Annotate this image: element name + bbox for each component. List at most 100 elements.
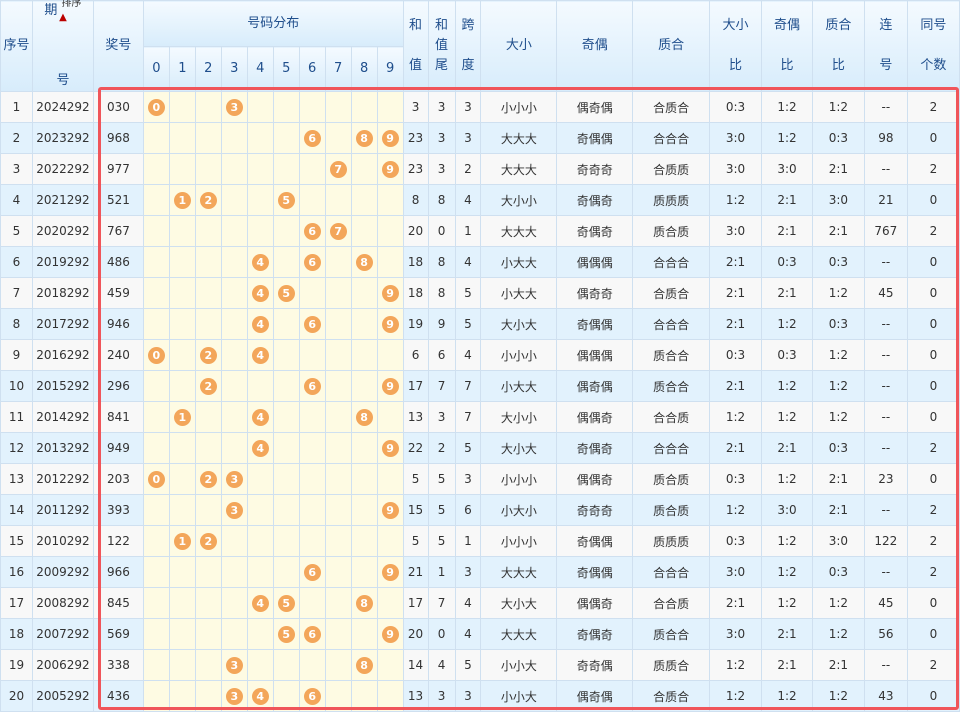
- cell-odd-even-ratio: 1:2: [761, 587, 813, 619]
- cell-prime-composite-ratio: 3:0: [811, 184, 865, 216]
- digit-ball: 6: [303, 563, 321, 581]
- dist-cell-9: [376, 246, 404, 278]
- header-digit-3: 3: [220, 46, 248, 92]
- cell-same-count: 0: [906, 277, 960, 309]
- cell-same-count: 2: [906, 556, 960, 588]
- dist-cell-0: [142, 370, 170, 402]
- dist-cell-0: 0: [142, 463, 170, 495]
- dist-cell-7: [324, 680, 352, 712]
- dist-cell-4: [246, 494, 274, 526]
- dist-cell-2: [194, 215, 222, 247]
- table-row: 18 2007292 569 5 6 9 20 0 4 大大大 奇偶奇 质合合 3:0 2:1 1:2 56 0: [0, 618, 960, 650]
- table-row: 19 2006292 338 3 8 14 4 5 小小大 奇奇偶 质质合 1:2 2:1 2:1 -- 2: [0, 649, 960, 681]
- cell-sum-tail: 3: [427, 153, 456, 185]
- cell-prime-composite-ratio: 1:2: [811, 339, 865, 371]
- cell-prime-composite: 质合质: [632, 463, 711, 495]
- dist-cell-3: [220, 308, 248, 340]
- cell-prime-composite-ratio: 1:2: [811, 370, 865, 402]
- dist-cell-6: 6: [298, 370, 326, 402]
- cell-prime-composite-ratio: 1:2: [811, 277, 865, 309]
- dist-cell-6: [298, 339, 326, 371]
- digit-ball: 2: [199, 532, 217, 550]
- dist-cell-2: 2: [194, 339, 222, 371]
- dist-cell-6: [298, 184, 326, 216]
- digit-ball: 3: [225, 687, 243, 705]
- cell-seq: 17: [0, 587, 33, 619]
- dist-cell-0: [142, 308, 170, 340]
- digit-ball: 0: [147, 470, 165, 488]
- dist-cell-4: [246, 370, 274, 402]
- cell-big-small-ratio: 0:3: [709, 525, 762, 557]
- header-prime-composite-ratio: 质合比: [811, 0, 865, 92]
- cell-seq: 16: [0, 556, 33, 588]
- dist-cell-0: 0: [142, 91, 170, 123]
- cell-sum-tail: 5: [427, 494, 456, 526]
- cell-prime-composite-ratio: 2:1: [811, 494, 865, 526]
- dist-cell-4: [246, 122, 274, 154]
- cell-prime-composite: 合合质: [632, 401, 711, 433]
- cell-prime-composite: 合合合: [632, 246, 711, 278]
- header-digit-9: 9: [376, 46, 404, 92]
- dist-cell-9: [376, 463, 404, 495]
- dist-cell-4: [246, 463, 274, 495]
- dist-cell-5: [272, 463, 300, 495]
- cell-big-small-ratio: 0:3: [709, 463, 762, 495]
- dist-cell-0: [142, 556, 170, 588]
- cell-span: 4: [454, 184, 482, 216]
- cell-odd-even-ratio: 1:2: [761, 525, 813, 557]
- cell-big-small-ratio: 1:2: [709, 649, 762, 681]
- digit-ball: 8: [355, 129, 373, 147]
- header-digit-7: 7: [324, 46, 352, 92]
- dist-cell-5: [272, 556, 300, 588]
- digit-ball: 5: [277, 625, 295, 643]
- cell-sum: 18: [402, 277, 429, 309]
- cell-sum-tail: 7: [427, 587, 456, 619]
- dist-cell-0: [142, 432, 170, 464]
- dist-cell-3: [220, 339, 248, 371]
- cell-span: 5: [454, 277, 482, 309]
- dist-cell-4: 4: [246, 587, 274, 619]
- cell-same-count: 2: [906, 649, 960, 681]
- dist-cell-8: [350, 91, 378, 123]
- sort-button[interactable]: 排序 ▲: [33, 0, 93, 23]
- dist-cell-4: 4: [246, 277, 274, 309]
- dist-cell-9: [376, 401, 404, 433]
- cell-span: 2: [454, 153, 482, 185]
- cell-prize: 949: [92, 432, 144, 464]
- dist-cell-7: [324, 339, 352, 371]
- digit-ball: 9: [381, 129, 399, 147]
- header-big-small: 大小: [480, 0, 558, 92]
- cell-seq: 3: [0, 153, 33, 185]
- digit-ball: 4: [251, 253, 269, 271]
- cell-same-count: 0: [906, 184, 960, 216]
- dist-cell-7: [324, 370, 352, 402]
- cell-consecutive: 122: [863, 525, 908, 557]
- dist-cell-4: [246, 215, 274, 247]
- dist-cell-4: [246, 618, 274, 650]
- dist-cell-2: [194, 587, 222, 619]
- cell-big-small-ratio: 2:1: [709, 432, 762, 464]
- dist-cell-3: [220, 525, 248, 557]
- cell-period: 2020292: [31, 215, 94, 247]
- cell-span: 4: [454, 339, 482, 371]
- cell-sum: 6: [402, 339, 429, 371]
- dist-cell-1: [168, 463, 196, 495]
- dist-cell-9: [376, 525, 404, 557]
- cell-consecutive: --: [863, 494, 908, 526]
- cell-odd-even-ratio: 1:2: [761, 680, 813, 712]
- cell-same-count: 0: [906, 401, 960, 433]
- dist-cell-8: [350, 618, 378, 650]
- dist-cell-1: [168, 153, 196, 185]
- cell-big-small: 小小小: [480, 525, 558, 557]
- header-digit-6: 6: [298, 46, 326, 92]
- dist-cell-9: 9: [376, 556, 404, 588]
- cell-seq: 7: [0, 277, 33, 309]
- cell-span: 3: [454, 91, 482, 123]
- digit-ball: 4: [251, 439, 269, 457]
- table-row: 15 2010292 122 1 2 5 5 1 小小小 奇偶偶 质质质 0:3 1:2 3:0 122 2: [0, 525, 960, 557]
- table-row: 11 2014292 841 1 4 8 13 3 7 大小小 偶偶奇 合合质 1:2 1:2 1:2 -- 0: [0, 401, 960, 433]
- cell-prime-composite: 合合合: [632, 122, 711, 154]
- cell-prime-composite-ratio: 2:1: [811, 153, 865, 185]
- dist-cell-5: 5: [272, 618, 300, 650]
- dist-cell-1: [168, 122, 196, 154]
